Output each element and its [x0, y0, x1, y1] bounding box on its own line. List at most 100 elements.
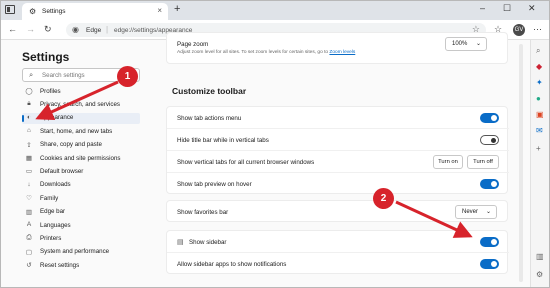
sidebar-item-start-home-and-new-tabs[interactable]: ⌂ Start, home, and new tabs [22, 126, 140, 137]
page-zoom-description: Adjust zoom level for all sites. To set … [177, 50, 356, 55]
show-sidebar-toggle[interactable] [480, 237, 499, 247]
close-tab-icon[interactable]: × [157, 6, 162, 15]
avatar[interactable]: GV [513, 24, 525, 36]
sidebar-item-appearance[interactable]: ◐ Appearance [22, 112, 140, 124]
home-icon: ⌂ [27, 127, 31, 135]
sidebar-item-profiles[interactable]: ◯ Profiles [22, 86, 140, 97]
address-separator: | [106, 25, 109, 34]
sidebar-item-label: System and performance [40, 248, 110, 256]
sidebar-item-label: Default browser [40, 167, 84, 175]
sidebar-item-cookies-and-site-permissions[interactable]: ▦ Cookies and site permissions [22, 153, 140, 164]
browser-icon: ▭ [25, 168, 33, 176]
new-tab-icon[interactable]: + [174, 3, 180, 15]
sidebar-notifications-label: Allow sidebar apps to show notifications [177, 260, 287, 268]
sidebar-item-label: Edge bar [40, 208, 66, 216]
reset-icon: ↺ [26, 262, 32, 270]
back-icon[interactable]: ← [8, 24, 17, 34]
refresh-icon[interactable]: ↻ [44, 24, 52, 35]
cookie-icon: ▦ [25, 155, 33, 162]
forward-icon[interactable]: → [26, 24, 35, 34]
close-window-icon[interactable]: ✕ [528, 3, 536, 14]
hide-title-bar-toggle[interactable] [480, 135, 499, 145]
sidebar-item-family[interactable]: ♡ Family [22, 193, 140, 204]
settings-icon[interactable]: ⚙ [536, 270, 543, 279]
sidebar-item-label: Languages [40, 221, 71, 229]
customize-toolbar-heading: Customize toolbar [172, 86, 247, 96]
tools-icon[interactable]: ✦ [536, 78, 543, 87]
customize-toolbar-card: Show tab actions menu Hide title bar whi… [166, 106, 509, 195]
sidebar-item-languages[interactable]: A Languages [22, 220, 140, 231]
zoom-levels-link[interactable]: Zoom levels [329, 50, 355, 55]
title-bar: ⚙ Settings × + – ☐ ✕ [0, 0, 550, 20]
tab-title: Settings [42, 8, 66, 15]
add-icon[interactable]: + [536, 144, 541, 153]
tab-settings[interactable]: ⚙ Settings × [22, 3, 168, 20]
sidebar-item-label: Appearance [40, 114, 74, 122]
shopping-icon[interactable]: ◆ [536, 62, 542, 71]
sidebar-item-reset-settings[interactable]: ↺ Reset settings [22, 260, 140, 271]
row-vertical-tabs: Show vertical tabs for all current brows… [167, 151, 509, 173]
more-icon[interactable]: ⋯ [533, 24, 542, 35]
sidebar-item-label: Reset settings [40, 261, 80, 269]
show-sidebar-label: Show sidebar [189, 238, 227, 246]
printer-icon: ⎙ [26, 234, 32, 242]
settings-title: Settings [22, 50, 70, 64]
hide-title-bar-label: Hide title bar while in vertical tabs [177, 136, 269, 144]
sidebar-notifications-toggle[interactable] [480, 259, 499, 269]
favorites-bar-dropdown[interactable]: Never ⌄ [455, 205, 497, 219]
sidebar-item-system-and-performance[interactable]: ▢ System and performance [22, 247, 140, 258]
tab-actions-toggle[interactable] [480, 113, 499, 123]
tab-preview-label: Show tab preview on hover [177, 180, 252, 188]
address-prefix: Edge [86, 26, 102, 34]
maximize-icon[interactable]: ☐ [503, 3, 511, 14]
page-zoom-row: Page zoom Adjust zoom level for all site… [167, 33, 509, 65]
row-tab-preview: Show tab preview on hover [167, 173, 509, 195]
languages-icon: A [26, 221, 32, 228]
family-icon: ♡ [26, 195, 32, 203]
hide-sidebar-icon[interactable]: ▥ [536, 252, 544, 261]
gear-icon: ⚙ [29, 7, 37, 16]
system-icon: ▢ [25, 248, 33, 256]
page-zoom-dropdown[interactable]: 100% ⌄ [445, 37, 487, 51]
sidebar-icon: ▤ [177, 238, 184, 246]
sidebar-item-default-browser[interactable]: ▭ Default browser [22, 166, 140, 177]
sidebar-item-downloads[interactable]: ↓ Downloads [22, 180, 140, 191]
workspaces-icon[interactable] [5, 5, 15, 14]
search-icon: ⌕ [29, 70, 34, 79]
page-zoom-value: 100% [452, 41, 468, 47]
lock-icon: 🔒︎ [27, 100, 31, 108]
favorites-bar-card: Show favorites bar Never ⌄ [166, 200, 508, 222]
tab-preview-toggle[interactable] [480, 179, 499, 189]
turn-off-button[interactable]: Turn off [467, 155, 499, 169]
settings-scrollbar[interactable] [519, 44, 523, 282]
vertical-tabs-label: Show vertical tabs for all current brows… [177, 158, 315, 166]
chevron-down-icon: ⌄ [475, 41, 481, 47]
person-icon: ◯ [25, 88, 33, 95]
outlook-icon[interactable]: ✉ [536, 126, 543, 135]
sidebar-card: ▤ Show sidebar Allow sidebar apps to sho… [166, 230, 509, 275]
favorites-bar-value: Never [462, 209, 479, 215]
appearance-icon: ◐ [27, 113, 31, 121]
office-icon[interactable]: ▣ [536, 110, 544, 119]
search-icon[interactable]: ⌕ [536, 46, 540, 56]
sidebar-item-label: Printers [40, 234, 62, 242]
callout-badge-2: 2 [373, 188, 394, 209]
games-icon[interactable]: ● [536, 94, 541, 103]
chevron-down-icon: ⌄ [485, 209, 491, 215]
search-placeholder: Search settings [42, 72, 85, 79]
row-favorites-bar: Show favorites bar Never ⌄ [167, 201, 509, 223]
sidebar-item-printers[interactable]: ⎙ Printers [22, 233, 140, 244]
callout-badge-1: 1 [117, 66, 138, 87]
sidebar-item-edge-bar[interactable]: ▥ Edge bar [22, 207, 140, 218]
row-sidebar-notifications: Allow sidebar apps to show notifications [167, 253, 509, 275]
minimize-icon[interactable]: – [480, 3, 485, 13]
sidebar-item-privacy-search-and-services[interactable]: 🔒︎ Privacy, search, and services [22, 99, 140, 110]
sidebar-item-share-copy-and-paste[interactable]: ⇪ Share, copy and paste [22, 140, 140, 151]
edge-icon: ◉ [72, 25, 79, 34]
sidebar-item-label: Privacy, search, and services [40, 100, 121, 108]
share-icon: ⇪ [26, 141, 32, 149]
page-zoom-label: Page zoom [177, 41, 209, 48]
sidebar-item-label: Cookies and site permissions [40, 154, 121, 162]
turn-on-button[interactable]: Turn on [433, 155, 463, 169]
sidebar-item-label: Share, copy and paste [40, 141, 102, 149]
